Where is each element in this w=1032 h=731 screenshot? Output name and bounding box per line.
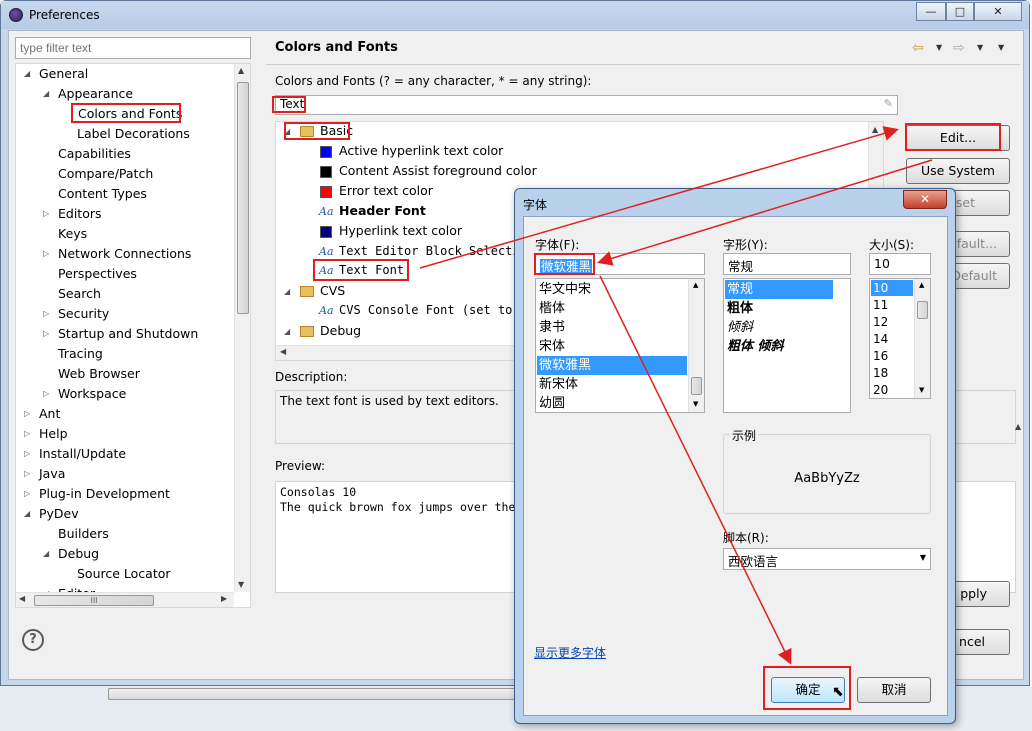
arrow-to-font-value (597, 159, 933, 266)
annotation-arrows (419, 126, 933, 665)
arrow-to-edit (419, 126, 899, 269)
arrow-to-ok (599, 275, 792, 665)
